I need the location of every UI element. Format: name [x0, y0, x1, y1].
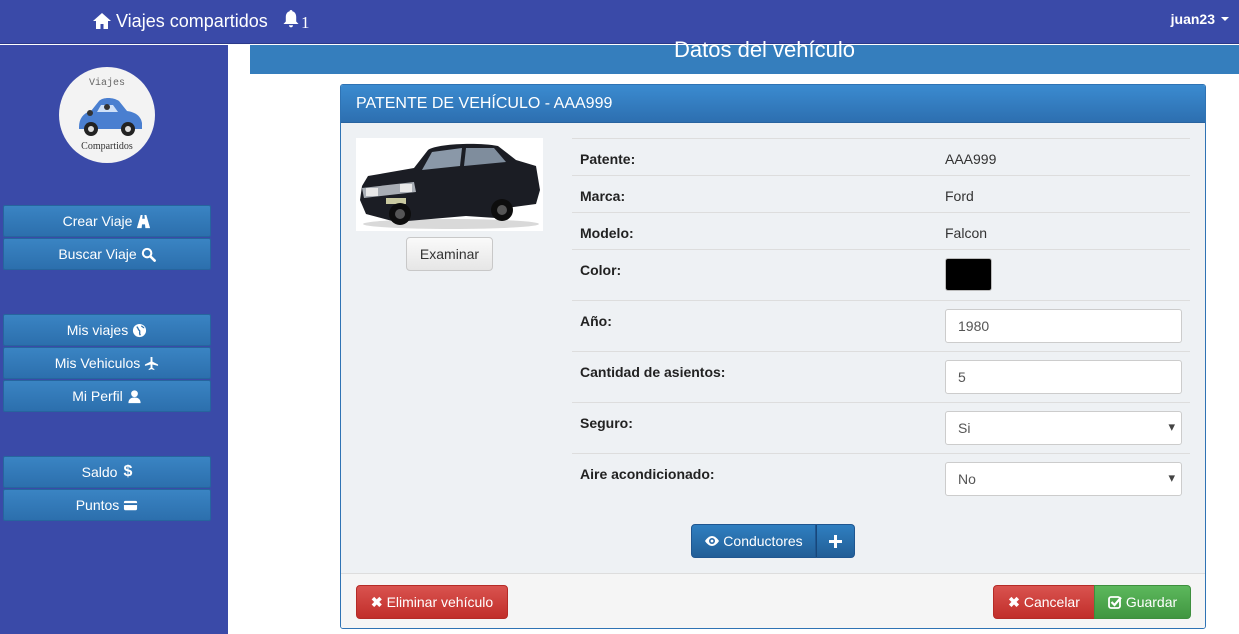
- eye-icon: [705, 536, 720, 546]
- home-icon: [93, 13, 111, 29]
- vehicle-photo: [356, 138, 543, 231]
- user-icon: [128, 389, 141, 403]
- asientos-input[interactable]: 5: [945, 360, 1182, 394]
- plus-icon: [829, 534, 842, 548]
- conductores-label: Conductores: [723, 533, 803, 549]
- dollar-icon: $: [123, 463, 133, 480]
- mis-vehiculos-button[interactable]: Mis Vehiculos: [3, 347, 211, 379]
- globe-icon: [133, 323, 147, 337]
- anio-input[interactable]: 1980: [945, 309, 1182, 343]
- panel-footer: ✖ Eliminar vehículo ✖ Cancelar Guardar: [341, 573, 1205, 628]
- row-patente: Patente: AAA999: [572, 138, 1190, 175]
- row-marca: Marca: Ford: [572, 175, 1190, 212]
- mis-viajes-label: Mis viajes: [66, 322, 129, 338]
- user-menu[interactable]: juan23: [1171, 11, 1229, 27]
- row-anio: Año: 1980: [572, 300, 1190, 351]
- panel-heading: PATENTE DE VEHÍCULO - AAA999: [341, 85, 1205, 123]
- row-color: Color:: [572, 249, 1190, 300]
- caret-down-icon: [1221, 17, 1229, 21]
- remove-icon: ✖: [1008, 593, 1020, 610]
- puntos-label: Puntos: [75, 497, 120, 513]
- notifications-button[interactable]: 1: [282, 9, 310, 32]
- notification-count: 1: [301, 13, 310, 32]
- buscar-viaje-button[interactable]: Buscar Viaje: [3, 238, 211, 270]
- bell-icon: [283, 10, 299, 28]
- examinar-button[interactable]: Examinar: [406, 237, 493, 271]
- marca-label: Marca:: [580, 188, 626, 204]
- guardar-label: Guardar: [1125, 594, 1178, 610]
- search-icon: [141, 247, 156, 262]
- conductores-button[interactable]: Conductores: [691, 524, 816, 558]
- marca-value: Ford: [945, 188, 974, 204]
- add-conductor-button[interactable]: [816, 524, 855, 558]
- color-label: Color:: [580, 262, 622, 278]
- brand-link[interactable]: Viajes compartidos: [92, 8, 268, 34]
- brand-title: Viajes compartidos: [116, 10, 268, 31]
- crear-viaje-label: Crear Viaje: [62, 213, 133, 229]
- saldo-button[interactable]: Saldo $: [3, 456, 211, 488]
- anio-label: Año:: [580, 313, 612, 329]
- asientos-label: Cantidad de asientos:: [580, 364, 726, 380]
- eliminar-vehiculo-button[interactable]: ✖ Eliminar vehículo: [356, 585, 508, 619]
- row-seguro: Seguro: Si: [572, 402, 1190, 453]
- car-image: [356, 138, 543, 231]
- plane-icon: [145, 356, 159, 370]
- check-square-icon: [1107, 596, 1122, 609]
- road-icon: [137, 214, 151, 228]
- svg-text:Compartidos: Compartidos: [81, 141, 133, 152]
- conductores-button-group: Conductores: [691, 524, 855, 558]
- username: juan23: [1170, 11, 1215, 27]
- aire-label: Aire acondicionado:: [580, 466, 715, 482]
- saldo-label: Saldo: [81, 464, 118, 480]
- top-navbar: Viajes compartidos 1 juan23: [0, 0, 1239, 44]
- vehicle-panel: PATENTE DE VEHÍCULO - AAA999 Examinar Pa…: [340, 84, 1206, 629]
- modelo-label: Modelo:: [580, 225, 634, 241]
- cancelar-button[interactable]: ✖ Cancelar: [993, 585, 1095, 619]
- row-aire: Aire acondicionado: No: [572, 453, 1190, 504]
- cancelar-label: Cancelar: [1023, 594, 1080, 610]
- mi-perfil-button[interactable]: Mi Perfil: [3, 380, 211, 412]
- vehicle-details-table: Patente: AAA999 Marca: Ford Modelo: Falc…: [572, 138, 1190, 504]
- seguro-select[interactable]: Si: [945, 411, 1182, 445]
- credit-card-icon: [124, 500, 138, 510]
- guardar-button[interactable]: Guardar: [1094, 585, 1191, 619]
- puntos-button[interactable]: Puntos: [3, 489, 211, 521]
- sidebar: Viajes Compartidos Crear Viaje Buscar Vi…: [0, 45, 228, 634]
- mis-viajes-button[interactable]: Mis viajes: [3, 314, 211, 346]
- remove-icon: ✖: [370, 593, 383, 610]
- app-logo: Viajes Compartidos: [59, 67, 155, 163]
- color-swatch[interactable]: [945, 258, 992, 291]
- seguro-label: Seguro:: [580, 415, 633, 431]
- patente-value: AAA999: [945, 151, 997, 167]
- row-modelo: Modelo: Falcon: [572, 212, 1190, 249]
- eliminar-label: Eliminar vehículo: [386, 594, 494, 610]
- svg-text:Viajes: Viajes: [89, 77, 125, 89]
- modelo-value: Falcon: [945, 225, 988, 241]
- patente-label: Patente:: [580, 151, 636, 167]
- row-asientos: Cantidad de asientos: 5: [572, 351, 1190, 402]
- buscar-viaje-label: Buscar Viaje: [58, 246, 137, 262]
- mi-perfil-label: Mi Perfil: [72, 388, 123, 404]
- crear-viaje-button[interactable]: Crear Viaje: [3, 205, 211, 237]
- page-title: Datos del vehículo: [674, 37, 855, 62]
- page-header: Datos del vehículo: [250, 37, 1239, 74]
- aire-select[interactable]: No: [945, 462, 1182, 496]
- mis-vehiculos-label: Mis Vehiculos: [54, 355, 141, 371]
